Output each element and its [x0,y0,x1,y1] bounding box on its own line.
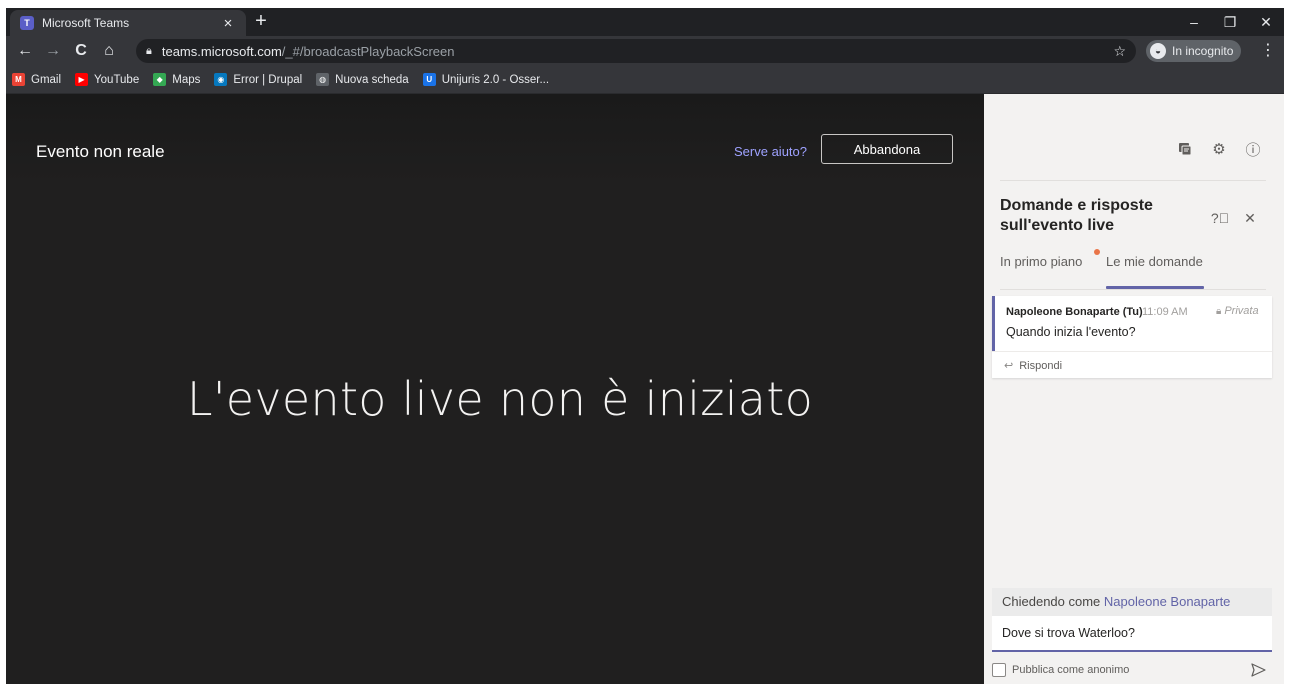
youtube-icon: ▶ [75,73,89,86]
privacy-indicator: 🔒︎ Privata [1216,305,1259,317]
question-divider [992,351,1272,352]
question-composer: Chiedendo come Napoleone Bonaparte [992,588,1272,652]
question-input[interactable] [992,618,1272,648]
help-link[interactable]: Serve aiuto? [734,144,807,159]
anonymous-label: Pubblica come anonimo [1012,664,1130,676]
restore-button[interactable]: ❐ [1212,8,1248,36]
reply-button[interactable]: ↩ Rispondi [1004,359,1063,373]
bookmark-label: Nuova scheda [335,73,409,86]
drupal-icon: ◉ [214,73,228,86]
globe-icon: ◍ [316,73,330,86]
tab-notification-dot [1094,249,1100,255]
question-text: Quando inizia l'evento? [1006,325,1136,339]
address-bar[interactable]: 🔒︎ teams.microsoft.com /_#/broadcastPlay… [136,39,1136,63]
tab-strip: T Microsoft Teams × + – ❐ ✕ [6,8,1284,36]
reload-icon[interactable]: C [70,40,92,62]
bookmark-item[interactable]: ◆ Maps [153,73,200,86]
event-status-message: L'evento live non è iniziato [186,372,814,426]
bookmark-label: Maps [172,73,201,86]
bookmark-label: YouTube [94,73,140,86]
bookmark-star-icon[interactable]: ☆ [1113,43,1126,60]
asking-as-label: Chiedendo come Napoleone Bonaparte [992,588,1272,616]
question-time: 11:09 AM [1142,306,1188,318]
bookmarks-bar: M Gmail ▶ YouTube ◆ Maps ◉ Error | Drupal ◍ Nuova… [6,66,1284,94]
gmail-icon: M [12,73,25,86]
tab-featured[interactable]: In primo piano [1000,254,1082,269]
minimize-button[interactable]: – [1176,8,1212,36]
reply-label: Rispondi [1019,359,1063,372]
teams-favicon-icon: T [20,16,34,30]
tab-title: Microsoft Teams [42,16,130,30]
unijuris-icon: U [422,73,436,86]
bookmark-item[interactable]: ◍ Nuova scheda [316,73,409,86]
reply-arrow-icon: ↩ [1004,360,1014,372]
question-author: Napoleone Bonaparte (Tu) [1006,306,1143,318]
home-icon[interactable]: ⌂ [98,40,120,62]
info-icon[interactable]: ⓘ [1242,138,1264,160]
qa-panel: ⚙︎ ⓘ Domande e risposte sull'evento live… [984,94,1284,684]
forward-icon[interactable]: → [42,40,64,62]
event-stage: Evento non reale Serve aiuto? Abbandona … [6,94,984,684]
leave-button[interactable]: Abbandona [821,134,953,164]
lock-icon: 🔒︎ [146,44,152,57]
asking-prefix: Chiedendo come [1002,594,1101,609]
tab-close-icon[interactable]: × [220,15,236,32]
teams-live-event-page: Evento non reale Serve aiuto? Abbandona … [6,94,1284,684]
bookmark-item[interactable]: U Unijuris 2.0 - Osser... [422,73,550,86]
send-icon[interactable] [1248,660,1268,680]
browser-menu-icon[interactable]: ⋮ [1260,40,1276,62]
question-card: Napoleone Bonaparte (Tu) 11:09 AM 🔒︎ Pri… [992,296,1272,378]
browser-window: T Microsoft Teams × + – ❐ ✕ ← → C ⌂ 🔒︎ t… [6,8,1284,684]
browser-tab[interactable]: T Microsoft Teams × [10,10,246,36]
incognito-icon: ◒ [1150,43,1166,59]
panel-divider [1000,180,1266,181]
bookmark-label: Gmail [31,73,62,86]
tabs-divider [1000,289,1266,290]
close-panel-icon[interactable]: ✕ [1240,208,1260,228]
new-tab-button[interactable]: + [250,10,272,34]
incognito-label: In incognito [1172,44,1234,58]
bookmark-item[interactable]: M Gmail [12,73,61,86]
qa-icon[interactable] [1174,138,1196,160]
bookmark-item[interactable]: ▶ YouTube [75,73,139,86]
maps-icon: ◆ [153,73,167,86]
tab-my-questions[interactable]: Le mie domande [1106,254,1203,269]
url-path: /_#/broadcastPlaybackScreen [281,43,455,59]
browser-toolbar: ← → C ⌂ 🔒︎ teams.microsoft.com /_#/broad… [6,36,1284,66]
help-circle-icon[interactable]: ?⃝ [1210,208,1230,228]
anonymous-checkbox[interactable] [992,663,1006,677]
question-accent-bar [992,296,995,351]
asking-name: Napoleone Bonaparte [1103,594,1231,609]
bookmark-label: Error | Drupal [233,73,303,86]
anonymous-row: Pubblica come anonimo [992,660,1272,680]
bookmark-label: Unijuris 2.0 - Osser... [441,73,550,86]
back-icon[interactable]: ← [14,40,36,62]
event-title: Evento non reale [36,142,165,161]
url-host: teams.microsoft.com [161,43,282,59]
close-window-button[interactable]: ✕ [1248,8,1284,36]
incognito-badge[interactable]: ◒ In incognito [1146,40,1242,62]
settings-gear-icon[interactable]: ⚙︎ [1208,138,1230,160]
qa-title: Domande e risposte sull'evento live [1000,197,1153,234]
private-lock-icon: 🔒︎ [1216,305,1222,317]
question-visibility: Privata [1224,305,1259,317]
bookmark-item[interactable]: ◉ Error | Drupal [214,73,302,86]
